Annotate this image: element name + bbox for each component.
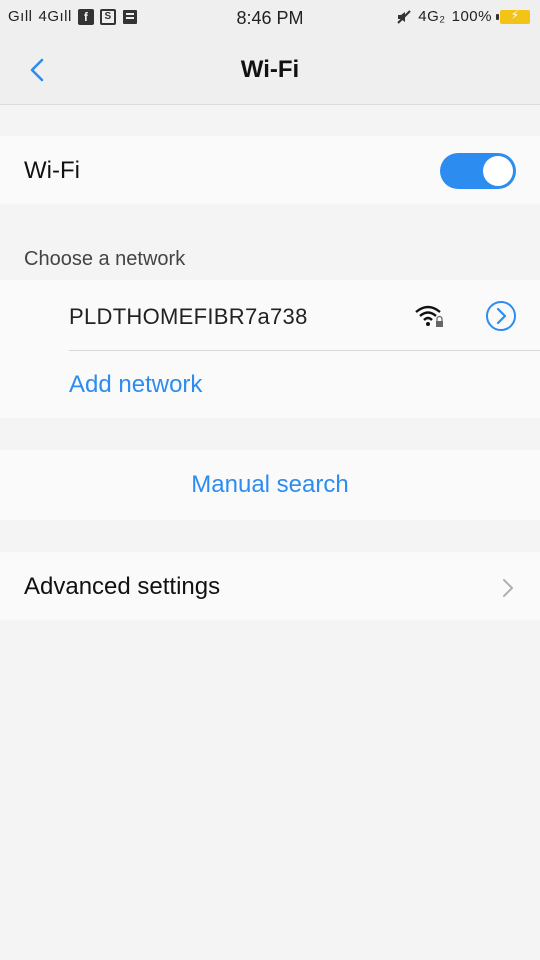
- network-item-name[interactable]: PLDTHOMEFIBR7a738: [69, 304, 308, 330]
- network-type: 4G₂: [418, 8, 446, 25]
- wifi-label: Wi-Fi: [24, 157, 80, 184]
- add-network-link[interactable]: Add network: [69, 371, 202, 399]
- advanced-settings-label: Advanced settings: [24, 573, 221, 600]
- toggle-knob: [483, 156, 513, 186]
- battery-percent: 100%: [451, 8, 492, 25]
- status-bar: Gıll 4Gıll f S 8:46 PM 4G₂ 100% ⚡: [0, 0, 540, 36]
- page-title: Wi-Fi: [240, 56, 300, 83]
- manual-search-row[interactable]: Manual search: [0, 450, 540, 520]
- wifi-lock-icon: [415, 305, 443, 327]
- advanced-settings-row[interactable]: Advanced settings: [0, 552, 540, 620]
- wifi-toggle-row: Wi-Fi: [0, 136, 540, 204]
- title-bar: Wi-Fi: [0, 36, 540, 105]
- chevron-right-icon: [503, 579, 513, 597]
- status-right: 4G₂ 100% ⚡: [396, 8, 530, 25]
- network-section-header: Choose a network: [24, 248, 186, 270]
- battery-icon: ⚡: [496, 8, 530, 24]
- manual-search-button[interactable]: Manual search: [0, 471, 540, 499]
- mute-icon: [397, 9, 411, 24]
- list-divider: [69, 350, 540, 351]
- network-details-icon[interactable]: [485, 300, 517, 332]
- wifi-toggle-switch[interactable]: [440, 153, 516, 189]
